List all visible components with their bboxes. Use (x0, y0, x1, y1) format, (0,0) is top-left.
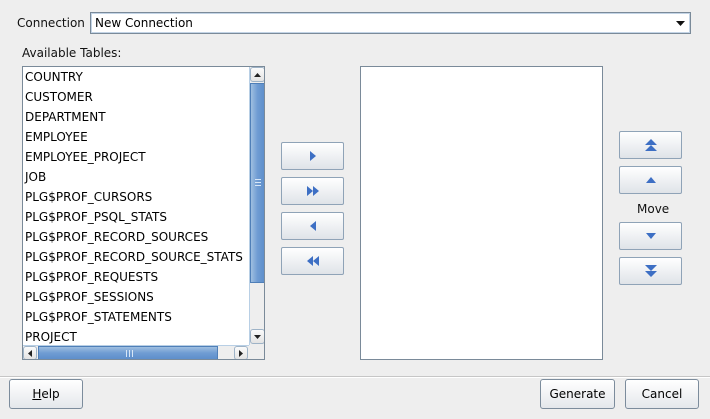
double-triangle-left-icon (306, 256, 319, 266)
list-item[interactable]: PLG$PROF_REQUESTS (23, 267, 249, 287)
move-bottom-button[interactable] (619, 257, 682, 285)
list-item[interactable]: PLG$PROF_CURSORS (23, 187, 249, 207)
list-item[interactable]: CUSTOMER (23, 87, 249, 107)
move-top-button[interactable] (619, 131, 682, 159)
move-down-button[interactable] (619, 222, 682, 250)
list-item[interactable]: COUNTRY (23, 67, 249, 87)
move-right-button[interactable] (281, 142, 344, 170)
scroll-left-icon[interactable] (23, 346, 37, 359)
list-item[interactable]: EMPLOYEE_PROJECT (23, 147, 249, 167)
list-item[interactable]: PLG$PROF_RECORD_SOURCE_STATS (23, 247, 249, 267)
move-label: Move (637, 202, 670, 216)
horizontal-scroll-thumb[interactable] (38, 346, 218, 359)
move-up-button[interactable] (619, 166, 682, 194)
connection-selected-value: New Connection (95, 16, 193, 30)
triangle-down-icon (645, 233, 656, 239)
scrollbar-corner (249, 345, 264, 359)
move-all-left-button[interactable] (281, 247, 344, 275)
available-tables-items: COUNTRY CUSTOMER DEPARTMENT EMPLOYEE EMPLOYE… (23, 67, 249, 345)
triangle-up-icon (645, 177, 656, 183)
move-all-right-button[interactable] (281, 177, 344, 205)
help-label: elp (41, 387, 60, 401)
available-tables-list[interactable]: COUNTRY CUSTOMER DEPARTMENT EMPLOYEE EMPLOYE… (22, 66, 265, 360)
list-item[interactable]: PROJECT (23, 327, 249, 345)
generate-button[interactable]: Generate (540, 379, 615, 409)
list-item[interactable]: JOB (23, 167, 249, 187)
scroll-right-icon[interactable] (234, 346, 248, 359)
footer-separator-highlight (0, 377, 710, 378)
list-item[interactable]: EMPLOYEE (23, 127, 249, 147)
cancel-button[interactable]: Cancel (625, 379, 699, 409)
scroll-down-icon[interactable] (250, 329, 264, 344)
selected-tables-list[interactable] (360, 66, 603, 360)
double-triangle-up-icon (644, 139, 657, 151)
available-tables-label: Available Tables: (22, 46, 122, 60)
scroll-up-icon[interactable] (250, 67, 264, 82)
triangle-right-icon (309, 151, 316, 161)
double-triangle-down-icon (644, 265, 657, 277)
grip-icon (126, 350, 133, 357)
list-item[interactable]: PLG$PROF_STATEMENTS (23, 307, 249, 327)
double-triangle-right-icon (306, 186, 319, 196)
grip-icon (255, 179, 261, 188)
move-left-button[interactable] (281, 212, 344, 240)
dropdown-arrow-icon[interactable] (672, 15, 688, 31)
vertical-scrollbar[interactable] (249, 67, 264, 345)
triangle-left-icon (309, 221, 316, 231)
list-item[interactable]: PLG$PROF_PSQL_STATS (23, 207, 249, 227)
cancel-label: Cancel (641, 387, 683, 401)
connection-label: Connection (17, 16, 85, 30)
vertical-scroll-thumb[interactable] (250, 83, 264, 283)
help-button[interactable]: Help (9, 379, 83, 409)
help-mnemonic: H (32, 387, 42, 401)
generate-label: Generate (549, 387, 606, 401)
list-item[interactable]: PLG$PROF_SESSIONS (23, 287, 249, 307)
connection-combobox[interactable]: New Connection (90, 12, 691, 34)
list-item[interactable]: DEPARTMENT (23, 107, 249, 127)
list-item[interactable]: PLG$PROF_RECORD_SOURCES (23, 227, 249, 247)
horizontal-scrollbar[interactable] (23, 345, 249, 359)
